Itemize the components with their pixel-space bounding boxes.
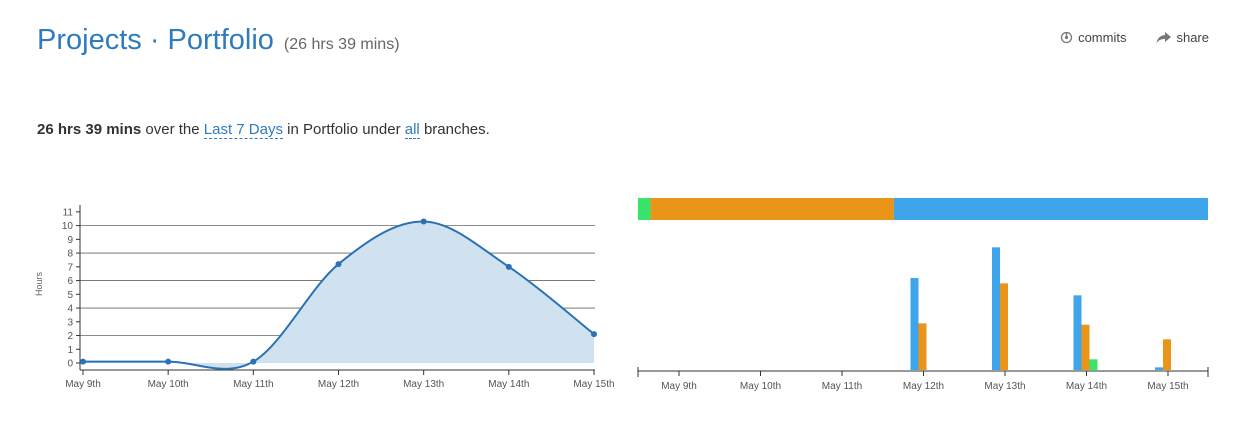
x-tick-label: May 13th — [403, 379, 444, 390]
share-arrow-icon — [1156, 31, 1172, 44]
y-tick-label: 2 — [67, 331, 73, 342]
x-tick-label: May 15th — [573, 379, 614, 390]
y-tick-label: 7 — [67, 262, 73, 273]
data-point — [165, 358, 172, 365]
y-tick-label: 0 — [67, 359, 73, 370]
summary-segment-green — [638, 198, 651, 220]
y-tick-label: 9 — [67, 235, 73, 246]
x-tick-label: May 15th — [1147, 381, 1188, 392]
y-tick-label: 6 — [67, 276, 73, 287]
data-point — [505, 263, 512, 270]
x-tick-label: May 14th — [1066, 381, 1107, 392]
branch-link[interactable]: all — [404, 121, 420, 139]
y-tick-label: 8 — [67, 249, 73, 260]
y-tick-label: 10 — [62, 221, 74, 232]
y-tick-label: 1 — [67, 345, 73, 356]
data-point — [591, 331, 597, 338]
data-point — [335, 261, 342, 268]
share-label: share — [1176, 30, 1209, 45]
summary-segment-orange — [650, 198, 894, 220]
date-range-link[interactable]: Last 7 Days — [203, 121, 283, 139]
y-tick-label: 5 — [67, 290, 73, 301]
x-tick-label: May 9th — [661, 381, 697, 392]
bar-orange — [1000, 283, 1008, 370]
summary-text-end: branches. — [423, 121, 490, 138]
x-tick-label: May 10th — [148, 379, 189, 390]
area-fill — [83, 221, 594, 369]
bar-orange — [1081, 324, 1090, 370]
x-tick-label: May 12th — [318, 379, 359, 390]
bar-blue — [1155, 367, 1163, 370]
y-tick-label: 4 — [67, 304, 73, 315]
hours-line-chart: 0 1 2 3 4 5 6 7 8 9 10 11 Hours May 9th May 10th May 11… — [34, 205, 615, 390]
summary-text-in: in Portfolio under — [287, 121, 401, 138]
share-button[interactable]: share — [1156, 30, 1209, 45]
page-subtitle: (26 hrs 39 mins) — [283, 36, 400, 53]
x-tick-label: May 9th — [65, 379, 101, 390]
commits-label: commits — [1078, 30, 1127, 45]
x-tick-label: May 10th — [740, 381, 781, 392]
data-point — [80, 358, 86, 365]
summary-text-over: over the — [145, 121, 200, 138]
y-tick-label: 11 — [63, 207, 74, 218]
y-tick-label: 3 — [67, 317, 73, 328]
x-tick-label: May 11th — [233, 379, 273, 390]
header-actions: commits share — [1060, 30, 1209, 45]
bar-orange — [1163, 339, 1171, 370]
language-bar-chart: May 9th May 10th May 11th May 12th May 13th M… — [637, 198, 1209, 392]
bar-orange — [918, 323, 927, 370]
page-title: Projects · Portfolio — [37, 24, 274, 56]
data-point — [420, 218, 427, 225]
bar-blue — [910, 278, 919, 370]
summary-segment-blue — [893, 198, 1208, 220]
summary-total: 26 hrs 39 mins — [37, 121, 142, 138]
bar-blue — [992, 247, 1000, 370]
x-tick-label: May 13th — [984, 381, 1025, 392]
y-axis-label: Hours — [34, 272, 44, 297]
commit-icon — [1060, 31, 1073, 44]
bar-green — [1089, 359, 1098, 370]
bar-blue — [1073, 295, 1082, 370]
x-tick-label: May 12th — [903, 381, 944, 392]
x-tick-label: May 14th — [488, 379, 529, 390]
commits-button[interactable]: commits — [1060, 30, 1126, 45]
x-tick-label: May 11th — [822, 381, 862, 392]
data-point — [250, 358, 257, 365]
summary-sentence: 26 hrs 39 mins over the Last 7 Days in P… — [37, 121, 490, 139]
page-title-row: Projects · Portfolio (26 hrs 39 mins) — [37, 24, 400, 57]
